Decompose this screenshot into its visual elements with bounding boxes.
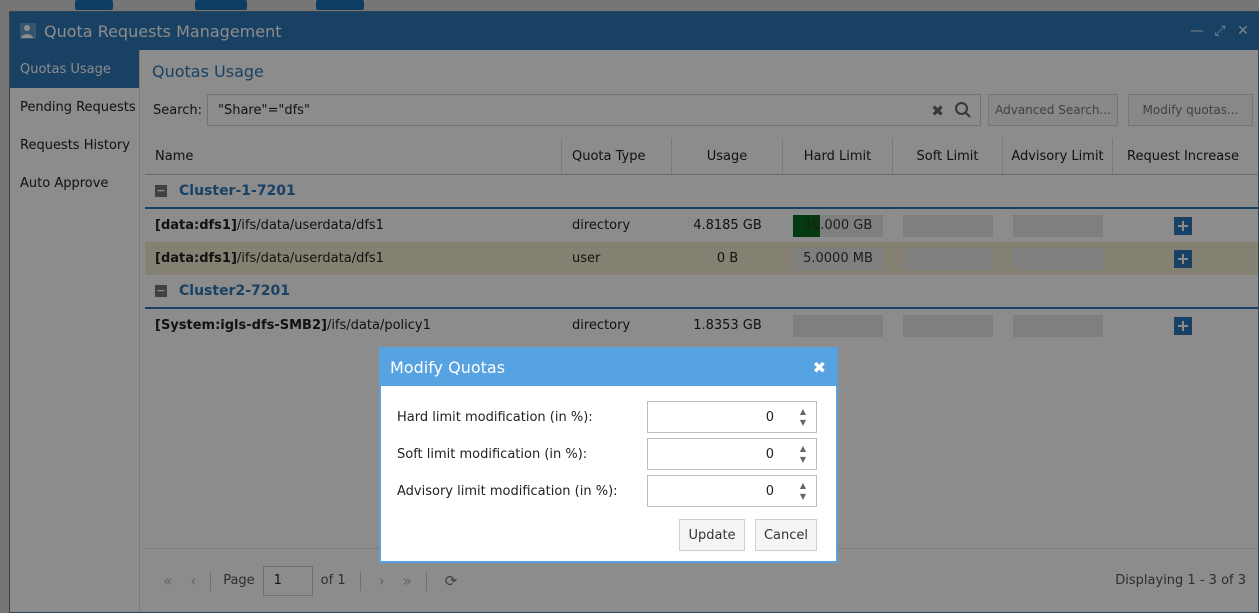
increment-icon[interactable]: ▲ [800,407,806,417]
hard-limit-label: Hard limit modification (in %): [397,409,593,425]
advisory-limit-label: Advisory limit modification (in %): [397,483,618,499]
advisory-limit-row: Advisory limit modification (in %): 0 ▲ ▼ [397,475,817,507]
modify-quotas-dialog: Modify Quotas ✖ Hard limit modification … [379,347,838,563]
soft-limit-label: Soft limit modification (in %): [397,446,588,462]
hard-limit-row: Hard limit modification (in %): 0 ▲ ▼ [397,401,817,433]
spinner-arrows[interactable]: ▲ ▼ [800,407,806,428]
increment-icon[interactable]: ▲ [800,481,806,491]
dialog-title[interactable]: Modify Quotas [381,349,836,386]
increment-icon[interactable]: ▲ [800,444,806,454]
hard-limit-spinner[interactable]: 0 ▲ ▼ [647,401,817,433]
advisory-limit-spinner[interactable]: 0 ▲ ▼ [647,475,817,507]
soft-limit-input-value: 0 [765,446,774,462]
soft-limit-row: Soft limit modification (in %): 0 ▲ ▼ [397,438,817,470]
advisory-limit-input-value: 0 [765,483,774,499]
spinner-arrows[interactable]: ▲ ▼ [800,481,806,502]
decrement-icon[interactable]: ▼ [800,418,806,428]
update-button[interactable]: Update [679,519,745,551]
close-icon[interactable]: ✖ [813,358,826,377]
decrement-icon[interactable]: ▼ [800,492,806,502]
hard-limit-input-value: 0 [765,409,774,425]
cancel-button[interactable]: Cancel [755,519,817,551]
soft-limit-spinner[interactable]: 0 ▲ ▼ [647,438,817,470]
spinner-arrows[interactable]: ▲ ▼ [800,444,806,465]
decrement-icon[interactable]: ▼ [800,455,806,465]
